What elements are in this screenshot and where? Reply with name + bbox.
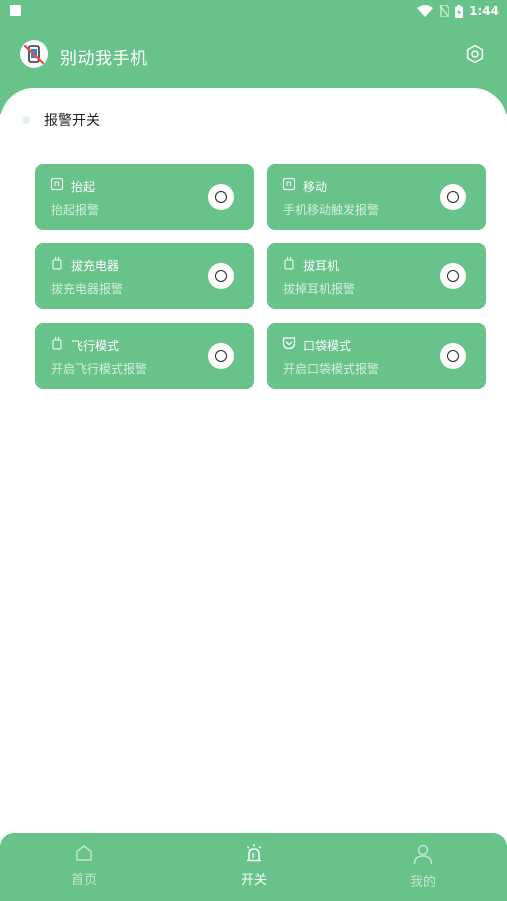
card-subtitle: 拔掉耳机报警 bbox=[283, 282, 356, 296]
section-header: 报警开关 bbox=[22, 110, 100, 130]
user-icon bbox=[413, 844, 433, 865]
move-toggle[interactable] bbox=[440, 184, 466, 210]
wifi-icon bbox=[417, 5, 434, 17]
home-icon bbox=[76, 845, 92, 861]
tab-profile[interactable]: 我的 bbox=[363, 843, 483, 890]
tab-label: 我的 bbox=[409, 875, 436, 890]
no-sim-icon bbox=[439, 5, 450, 17]
app-logo-icon bbox=[20, 40, 48, 68]
toggle-ring-icon bbox=[447, 350, 459, 362]
tab-home[interactable]: 首页 bbox=[24, 843, 144, 888]
airplane-toggle[interactable] bbox=[208, 343, 234, 369]
tab-label: 开关 bbox=[240, 873, 267, 888]
alarm-card-unplug-headphones[interactable]: 拔耳机 拔掉耳机报警 bbox=[267, 243, 486, 309]
toggle-ring-icon bbox=[447, 191, 459, 203]
plug-icon bbox=[52, 337, 62, 350]
alarm-card-pocket-mode[interactable]: 口袋模式 开启口袋模式报警 bbox=[267, 323, 486, 389]
tab-switch[interactable]: 开关 bbox=[194, 843, 314, 888]
app-title: 别动我手机 bbox=[60, 49, 148, 69]
card-title: 移动 bbox=[303, 180, 328, 194]
settings-gear-icon[interactable] bbox=[465, 44, 485, 64]
card-subtitle: 抬起报警 bbox=[51, 203, 100, 217]
alarm-card-airplane-mode[interactable]: 飞行模式 开启飞行模式报警 bbox=[35, 323, 254, 389]
headphones-toggle[interactable] bbox=[440, 263, 466, 289]
card-subtitle: 拔充电器报警 bbox=[51, 282, 124, 296]
card-title: 拔耳机 bbox=[303, 259, 340, 273]
card-subtitle: 开启口袋模式报警 bbox=[283, 362, 380, 376]
main-content: 报警开关 抬起 抬起报警 移动 手机移动触发报警 拔充电器 拔充电器报警 拔耳机 bbox=[0, 88, 507, 833]
card-title: 抬起 bbox=[71, 180, 96, 194]
card-title: 口袋模式 bbox=[303, 339, 352, 353]
toggle-ring-icon bbox=[215, 270, 227, 282]
alarm-card-move[interactable]: 移动 手机移动触发报警 bbox=[267, 164, 486, 230]
toggle-ring-icon bbox=[215, 350, 227, 362]
phone-lift-icon bbox=[50, 177, 64, 191]
card-title: 拔充电器 bbox=[71, 259, 120, 273]
bottom-nav: 首页 开关 我的 bbox=[0, 833, 507, 901]
charger-toggle[interactable] bbox=[208, 263, 234, 289]
toggle-ring-icon bbox=[215, 191, 227, 203]
card-subtitle: 开启飞行模式报警 bbox=[51, 362, 148, 376]
notification-icon bbox=[10, 5, 21, 16]
card-subtitle: 手机移动触发报警 bbox=[283, 203, 380, 217]
status-time: 1:44 bbox=[469, 4, 499, 18]
card-title: 飞行模式 bbox=[71, 339, 120, 353]
tab-label: 首页 bbox=[70, 873, 97, 888]
alarm-card-lift[interactable]: 抬起 抬起报警 bbox=[35, 164, 254, 230]
battery-charging-icon bbox=[455, 4, 464, 18]
alarm-icon bbox=[246, 844, 262, 862]
toggle-ring-icon bbox=[447, 270, 459, 282]
lift-toggle[interactable] bbox=[208, 184, 234, 210]
plug-icon bbox=[284, 257, 294, 270]
pocket-icon bbox=[282, 337, 296, 350]
alarm-card-unplug-charger[interactable]: 拔充电器 拔充电器报警 bbox=[35, 243, 254, 309]
section-title: 报警开关 bbox=[44, 113, 100, 129]
phone-move-icon bbox=[282, 177, 296, 191]
plug-icon bbox=[52, 257, 62, 270]
pocket-toggle[interactable] bbox=[440, 343, 466, 369]
section-dot bbox=[22, 116, 30, 124]
status-bar: 1:44 bbox=[0, 0, 507, 22]
